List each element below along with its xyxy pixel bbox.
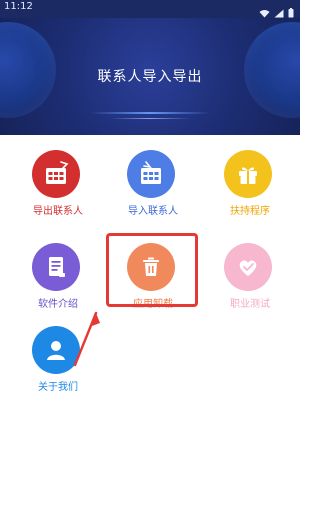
decorative-glow-line bbox=[90, 112, 210, 114]
grid-item-label: 软件介绍 bbox=[38, 299, 78, 310]
decorative-glow-line-secondary bbox=[110, 118, 190, 119]
grid-item-label: 导入联系人 bbox=[128, 206, 178, 217]
grid-item-software-intro[interactable]: 软件介绍 bbox=[8, 243, 108, 323]
header-banner: 联系人导入导出 bbox=[0, 18, 300, 135]
heart-icon bbox=[224, 243, 272, 291]
status-time: 11:12 bbox=[4, 1, 33, 12]
highlight-box bbox=[106, 233, 198, 307]
grid-item-label: 关于我们 bbox=[38, 382, 78, 393]
document-icon bbox=[32, 243, 80, 291]
grid-item-about-us[interactable]: 关于我们 bbox=[8, 326, 108, 406]
grid-item-career-test[interactable]: 职业测试 bbox=[200, 243, 300, 323]
grid-item-export-contacts[interactable]: 导出联系人 bbox=[8, 150, 108, 230]
grid-table-export-icon bbox=[32, 150, 80, 198]
grid-item-label: 扶持程序 bbox=[230, 206, 270, 217]
page-title: 联系人导入导出 bbox=[97, 69, 203, 85]
grid-item-label: 导出联系人 bbox=[33, 206, 83, 217]
grid-table-import-icon bbox=[127, 150, 175, 198]
person-icon bbox=[32, 326, 80, 374]
status-bar: 11:12 bbox=[0, 0, 300, 18]
grid-item-support-program[interactable]: 扶持程序 bbox=[200, 150, 300, 230]
grid-item-label: 职业测试 bbox=[230, 299, 270, 310]
gift-icon bbox=[224, 150, 272, 198]
grid-item-import-contacts[interactable]: 导入联系人 bbox=[103, 150, 203, 230]
